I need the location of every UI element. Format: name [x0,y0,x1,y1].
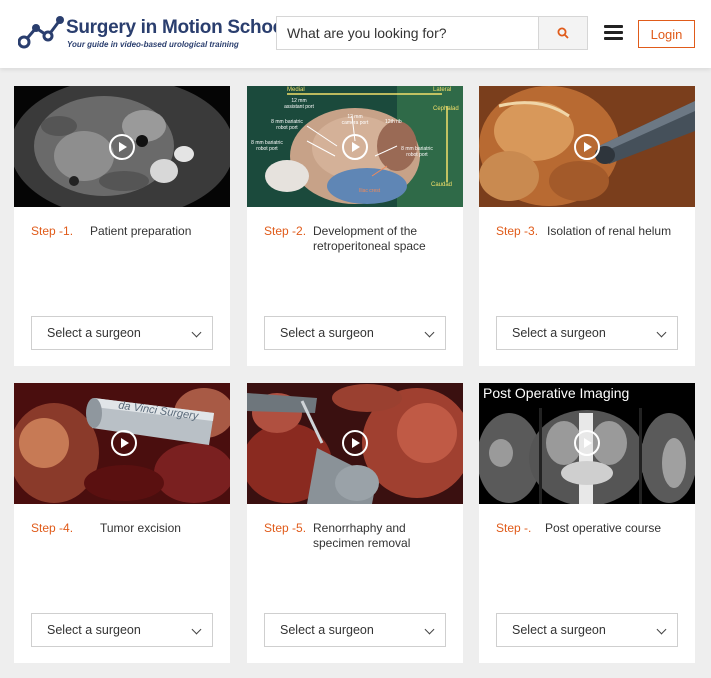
step-number: Step -4. [31,521,74,535]
play-icon[interactable] [574,430,600,456]
video-thumbnail[interactable] [14,86,230,207]
login-button[interactable]: Login [638,20,695,48]
surgeon-select[interactable]: Select a surgeon [496,316,678,350]
label-caudad: Caudad [431,182,453,188]
search-bar [276,16,588,50]
label-robot-port-1: 8 mm bariatric robot port [271,119,303,131]
search-input[interactable] [277,17,539,49]
play-icon[interactable] [111,430,137,456]
step-number: Step -. [496,521,532,535]
surgeon-select-value: Select a surgeon [280,623,374,637]
video-thumbnail[interactable] [479,86,695,207]
chevron-down-icon [424,624,435,635]
surgeon-select-value: Select a surgeon [512,623,606,637]
surgeon-select-value: Select a surgeon [280,326,374,340]
step-card: Step -5. Renorrhaphy and specimen remova… [247,383,463,663]
video-thumbnail[interactable] [247,383,463,504]
label-robot-port-2: 8 mm bariatric robot port [251,140,283,152]
video-thumbnail[interactable]: da Vinci Surgery [14,383,230,504]
surgeon-select[interactable]: Select a surgeon [496,613,678,647]
label-assistant-port: 12 mm assistant port [284,98,314,110]
label-lateral: Lateral [433,87,452,93]
thumbnail-caption: Post Operative Imaging [483,385,630,401]
surgeon-select-value: Select a surgeon [47,623,141,637]
step-card: da Vinci Surgery Step -4. Tumor excision… [14,383,230,663]
step-title[interactable]: Patient preparation [90,224,215,239]
chevron-down-icon [191,327,202,338]
label-rib: 12th rib [385,119,402,125]
step-title[interactable]: Renorrhaphy and specimen removal [313,521,433,551]
label-cephalad: Cephalad [433,106,459,112]
logo-tagline: Your guide in video-based urological tra… [67,40,239,49]
search-icon [557,27,569,39]
play-icon[interactable] [574,134,600,160]
play-icon[interactable] [342,134,368,160]
step-title[interactable]: Post operative course [545,521,685,536]
chevron-down-icon [191,624,202,635]
surgeon-select[interactable]: Select a surgeon [264,613,446,647]
chevron-down-icon [656,624,667,635]
play-icon[interactable] [342,430,368,456]
label-robot-port-3: 8 mm bariatric robot port [401,146,433,158]
play-icon[interactable] [109,134,135,160]
step-title[interactable]: Development of the retroperitoneal space [313,224,438,254]
video-thumbnail[interactable]: Medial Lateral Cephalad Caudad 12 mm ass… [247,86,463,207]
step-number: Step -1. [31,224,74,238]
step-number: Step -2. [264,224,307,238]
hamburger-menu-icon[interactable] [604,25,623,40]
step-number: Step -5. [264,521,307,535]
surgeon-select-value: Select a surgeon [47,326,141,340]
surgeon-select-value: Select a surgeon [512,326,606,340]
surgeon-select[interactable]: Select a surgeon [31,316,213,350]
video-thumbnail[interactable]: Post Operative Imaging [479,383,695,504]
surgeon-select[interactable]: Select a surgeon [31,613,213,647]
label-iliac-crest: Iliac crest [359,188,381,194]
label-medial: Medial [287,87,305,93]
step-card: Step -3. Isolation of renal helum Select… [479,86,695,366]
site-header: Surgery in Motion School Your guide in v… [0,0,711,68]
logo-molecule-icon [18,16,64,49]
step-card: Post Operative Imaging Step -. Post oper… [479,383,695,663]
chevron-down-icon [656,327,667,338]
search-button[interactable] [538,17,587,49]
step-number: Step -3. [496,224,539,238]
step-title[interactable]: Tumor excision [100,521,225,536]
step-card: Medial Lateral Cephalad Caudad 12 mm ass… [247,86,463,366]
step-title[interactable]: Isolation of renal helum [547,224,687,239]
chevron-down-icon [424,327,435,338]
logo-title: Surgery in Motion School [66,17,289,38]
step-card: Step -1. Patient preparation Select a su… [14,86,230,366]
label-camera-port: 12 mm camera port [341,114,369,126]
site-logo[interactable]: Surgery in Motion School Your guide in v… [18,14,289,54]
surgeon-select[interactable]: Select a surgeon [264,316,446,350]
